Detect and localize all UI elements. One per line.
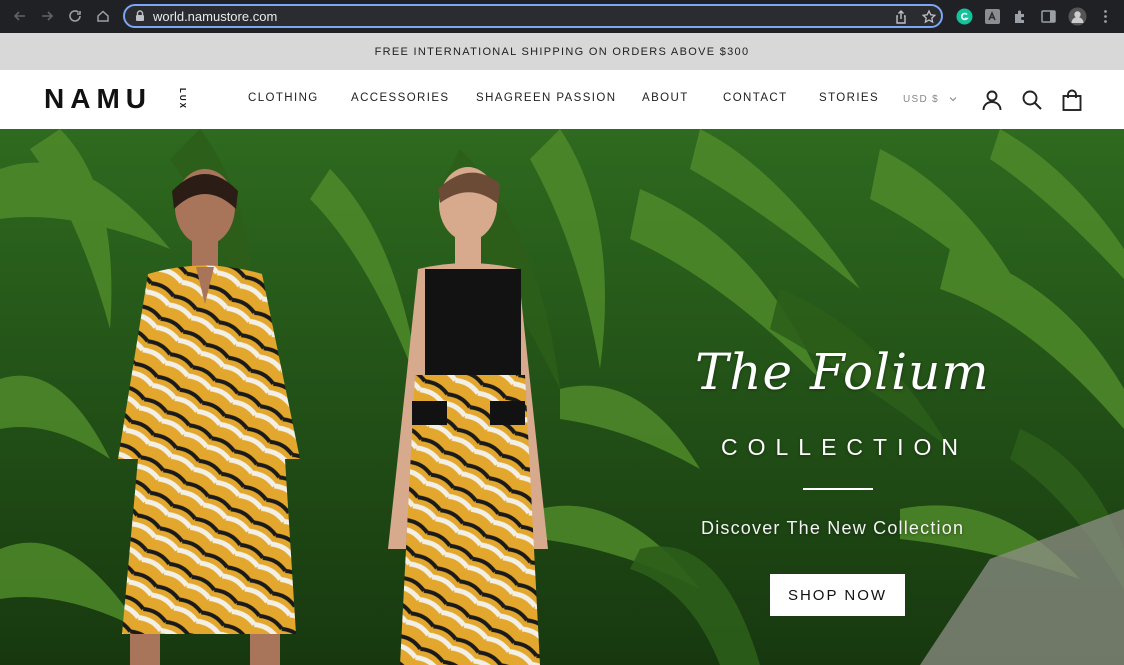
- grammarly-icon[interactable]: [956, 8, 973, 25]
- nav-accessories[interactable]: ACCESSORIES: [351, 92, 449, 104]
- announcement-bar: FREE INTERNATIONAL SHIPPING ON ORDERS AB…: [0, 33, 1124, 70]
- url-text: world.namustore.com: [153, 9, 278, 24]
- address-bar[interactable]: world.namustore.com: [123, 4, 943, 28]
- bookmark-star-icon[interactable]: [921, 9, 937, 25]
- hero-subtitle: Discover The New Collection: [701, 518, 965, 538]
- nav-clothing[interactable]: CLOTHING: [248, 92, 319, 104]
- kebab-menu-icon[interactable]: [1097, 8, 1114, 25]
- hero-script-title: The Folium: [695, 343, 990, 401]
- site-header: NAMU LUX CLOTHING ACCESSORIES SHAGREEN P…: [0, 70, 1124, 129]
- currency-selector[interactable]: USD $: [903, 94, 957, 105]
- hero-divider: [803, 488, 873, 490]
- puzzle-icon[interactable]: [1012, 8, 1029, 25]
- profile-avatar-icon[interactable]: [1068, 7, 1087, 26]
- browser-toolbar: world.namustore.com: [0, 0, 1124, 33]
- side-panel-icon[interactable]: [1040, 8, 1057, 25]
- forward-icon[interactable]: [36, 5, 58, 27]
- hero-banner[interactable]: The Folium COLLECTION Discover The New C…: [0, 129, 1124, 665]
- logo-text: NAMU: [44, 83, 152, 114]
- nav-stories[interactable]: STORIES: [819, 92, 879, 104]
- back-icon[interactable]: [9, 5, 31, 27]
- currency-label: USD $: [903, 94, 939, 105]
- extension-icon[interactable]: [984, 8, 1001, 25]
- lock-icon: [136, 10, 144, 21]
- logo-suffix: LUX: [178, 88, 187, 110]
- nav-shagreen-passion[interactable]: SHAGREEN PASSION: [476, 92, 616, 104]
- bag-icon[interactable]: [1061, 89, 1083, 111]
- nav-about[interactable]: ABOUT: [642, 92, 689, 104]
- nav-contact[interactable]: CONTACT: [723, 92, 788, 104]
- account-icon[interactable]: [981, 89, 1003, 111]
- share-icon[interactable]: [893, 9, 909, 25]
- hero-collection-word: COLLECTION: [721, 434, 968, 460]
- search-icon[interactable]: [1021, 89, 1043, 111]
- chevron-down-icon: [949, 97, 957, 102]
- shop-now-button[interactable]: SHOP NOW: [770, 574, 905, 616]
- announcement-text: FREE INTERNATIONAL SHIPPING ON ORDERS AB…: [374, 45, 750, 58]
- reload-icon[interactable]: [64, 5, 86, 27]
- home-icon[interactable]: [92, 5, 114, 27]
